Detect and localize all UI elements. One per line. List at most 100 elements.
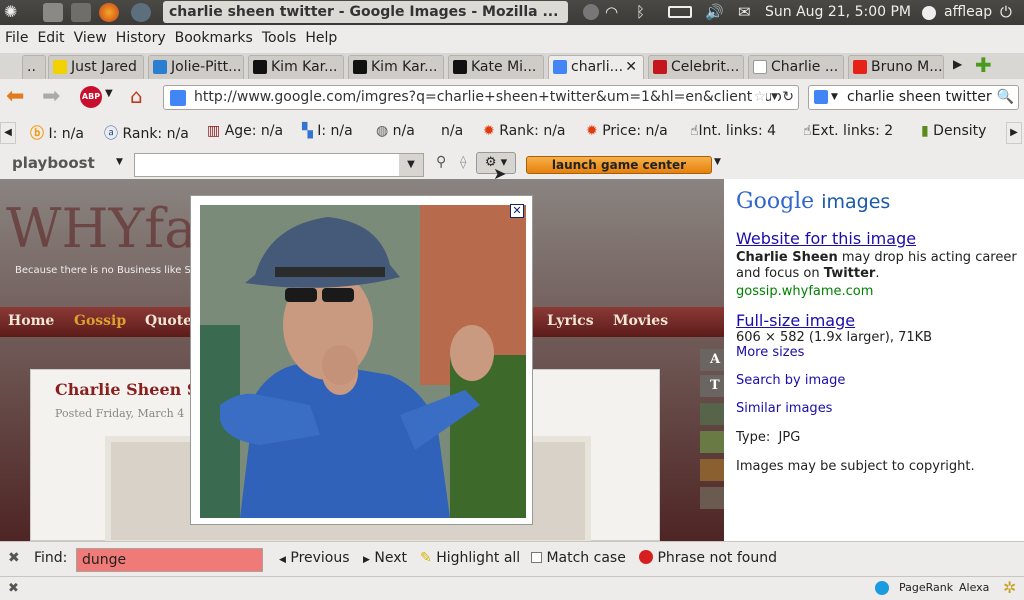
search-engine-icon[interactable] (814, 90, 828, 104)
images-wordmark: images (821, 191, 891, 213)
seo-price-item[interactable]: ✹ Price: n/a (586, 123, 668, 139)
seo-rank-item[interactable]: ⓐ Rank: n/a (104, 123, 189, 143)
menu-edit[interactable]: Edit (37, 30, 64, 46)
minimize-icon[interactable] (583, 4, 599, 20)
seo-int-links-item[interactable]: ☝Int. links: 4 (690, 123, 776, 139)
menu-history[interactable]: History (116, 30, 166, 46)
article-title[interactable]: Charlie Sheen S (55, 380, 198, 399)
dropdown-icon[interactable]: ▼ (771, 86, 778, 109)
sidebar-thumb[interactable] (700, 459, 724, 481)
tab-charlie-doc[interactable]: Charlie ... (748, 55, 844, 79)
google-images-logo[interactable]: Google images (736, 189, 890, 214)
search-engine-dropdown-icon[interactable]: ▼ (831, 86, 838, 109)
search-box[interactable]: ▼ charlie sheen twitter 🔍 (808, 85, 1019, 110)
adblock-dropdown-icon[interactable]: ▼ (105, 88, 113, 99)
status-close-icon[interactable]: ✖ (8, 581, 19, 596)
tab-kim-kar-2[interactable]: Kim Kar... (348, 55, 444, 79)
user-name[interactable]: affleap (944, 4, 992, 20)
site-logo[interactable]: WHYfa (6, 197, 196, 260)
lightbox-close-button[interactable]: ✕ (510, 204, 524, 218)
seo-age-item[interactable]: ▥ Age: n/a (207, 123, 283, 139)
tab-celebrit[interactable]: Celebrit... (648, 55, 744, 79)
menu-tools[interactable]: Tools (262, 30, 297, 46)
firefox-launcher-icon[interactable] (99, 3, 119, 22)
back-button[interactable]: ⬅ (6, 84, 24, 109)
ubuntu-logo-icon[interactable]: ✺ (4, 2, 17, 21)
tab-scroll-right-icon[interactable]: ▶ (953, 57, 962, 71)
source-url[interactable]: gossip.whyfame.com (736, 284, 1018, 299)
launch-game-center-button[interactable]: launch game center (526, 156, 712, 174)
seoquake-icon[interactable] (875, 581, 889, 595)
site-nav-movies[interactable]: Movies (613, 313, 668, 329)
url-bar[interactable]: http://www.google.com/imgres?q=charlie+s… (163, 85, 799, 110)
tab-bar: .. Just Jared Jolie-Pitt... Kim Kar... K… (0, 53, 1024, 79)
site-nav-lyrics[interactable]: Lyrics (547, 313, 594, 329)
tab-just-jared[interactable]: Just Jared (48, 55, 144, 79)
seo-web-item[interactable]: ◍ n/a (376, 123, 415, 139)
bluetooth-icon[interactable]: ᛒ (636, 3, 645, 21)
bookmark-star-icon[interactable]: ☆ (753, 86, 766, 109)
seo-index-item[interactable]: ⓑ I: n/a (30, 123, 84, 143)
terminal-launcher-icon[interactable] (71, 3, 91, 22)
window-title[interactable]: charlie sheen twitter - Google Images - … (163, 1, 568, 23)
extension-gear-icon[interactable]: ✲ (1003, 578, 1016, 597)
mail-icon[interactable]: ✉ (738, 3, 751, 21)
menu-file[interactable]: File (5, 30, 28, 46)
more-sizes-link[interactable]: More sizes (736, 345, 1018, 360)
gear-launcher-icon[interactable] (131, 3, 151, 22)
sidebar-thumb[interactable] (700, 487, 724, 509)
sidebar-thumb[interactable] (700, 403, 724, 425)
seo-blank-item[interactable]: n/a (441, 123, 463, 139)
seo-density-item[interactable]: ▮ Density (921, 123, 986, 139)
menu-help[interactable]: Help (305, 30, 337, 46)
search-icon[interactable]: 🔍 (997, 86, 1014, 109)
edit-launcher-icon[interactable] (43, 3, 63, 22)
tab-bruno[interactable]: Bruno M... (848, 55, 944, 79)
site-nav-gossip[interactable]: Gossip (74, 313, 126, 329)
playboost-search-input[interactable]: ▼ (134, 153, 424, 177)
seo-scroll-left-icon[interactable]: ◀ (0, 122, 16, 144)
forward-button[interactable]: ➡ (42, 84, 60, 109)
seo-rank2-item[interactable]: ✹ Rank: n/a (483, 123, 566, 139)
new-tab-icon[interactable]: ✚ (975, 53, 992, 77)
sidebar-thumb[interactable] (700, 431, 724, 453)
launch-dropdown-icon[interactable]: ▼ (714, 157, 721, 167)
match-case-checkbox[interactable]: Match case (531, 550, 626, 566)
seo-delicious-item[interactable]: ▚ I: n/a (302, 123, 353, 139)
similar-images-link[interactable]: Similar images (736, 401, 1018, 416)
volume-icon[interactable]: 🔊 (705, 3, 724, 21)
tab-kim-kar-1[interactable]: Kim Kar... (248, 55, 344, 79)
tab-charlie-active[interactable]: charli... ✕ (548, 55, 644, 79)
power-icon[interactable]: ⏻ (1000, 3, 1012, 21)
site-nav-home[interactable]: Home (8, 313, 54, 329)
tab-overflow[interactable]: .. (22, 55, 46, 79)
playboost-menu-icon[interactable]: ▼ (116, 157, 123, 167)
menu-bookmarks[interactable]: Bookmarks (175, 30, 253, 46)
find-previous-button[interactable]: ◀ Previous (279, 550, 350, 566)
seo-ext-links-item[interactable]: ☝Ext. links: 2 (803, 123, 893, 139)
find-next-button[interactable]: ▶ Next (363, 550, 407, 566)
wifi-icon[interactable]: ◠ (605, 3, 618, 21)
find-input[interactable]: dunge (76, 548, 263, 572)
website-for-image-link[interactable]: Website for this image (736, 229, 916, 248)
tab-jolie-pitt[interactable]: Jolie-Pitt... (148, 55, 244, 79)
seo-scroll-right-icon[interactable]: ▶ (1006, 122, 1022, 144)
menu-view[interactable]: View (74, 30, 107, 46)
search-icon[interactable]: ⚲ (436, 154, 446, 170)
highlight-all-button[interactable]: ✎ Highlight all (420, 550, 520, 566)
alexa-label[interactable]: Alexa (959, 581, 989, 594)
home-button[interactable]: ⌂ (130, 84, 143, 108)
charlie-sheen-photo[interactable] (200, 205, 526, 518)
find-close-icon[interactable]: ✖ (8, 550, 20, 566)
dropdown-icon[interactable]: ▼ (399, 154, 423, 176)
adblock-icon[interactable]: ABP (80, 86, 102, 108)
pagerank-label[interactable]: PageRank (899, 581, 953, 594)
full-size-image-link[interactable]: Full-size image (736, 311, 855, 330)
battery-icon[interactable] (668, 6, 692, 18)
reload-icon[interactable]: ↻ (782, 86, 794, 109)
search-by-image-link[interactable]: Search by image (736, 373, 1018, 388)
clock[interactable]: Sun Aug 21, 5:00 PM (765, 4, 911, 20)
tab-kate-mi[interactable]: Kate Mi... (448, 55, 544, 79)
tab-close-icon[interactable]: ✕ (625, 56, 637, 78)
playboost-logo[interactable]: playboost (12, 154, 95, 172)
